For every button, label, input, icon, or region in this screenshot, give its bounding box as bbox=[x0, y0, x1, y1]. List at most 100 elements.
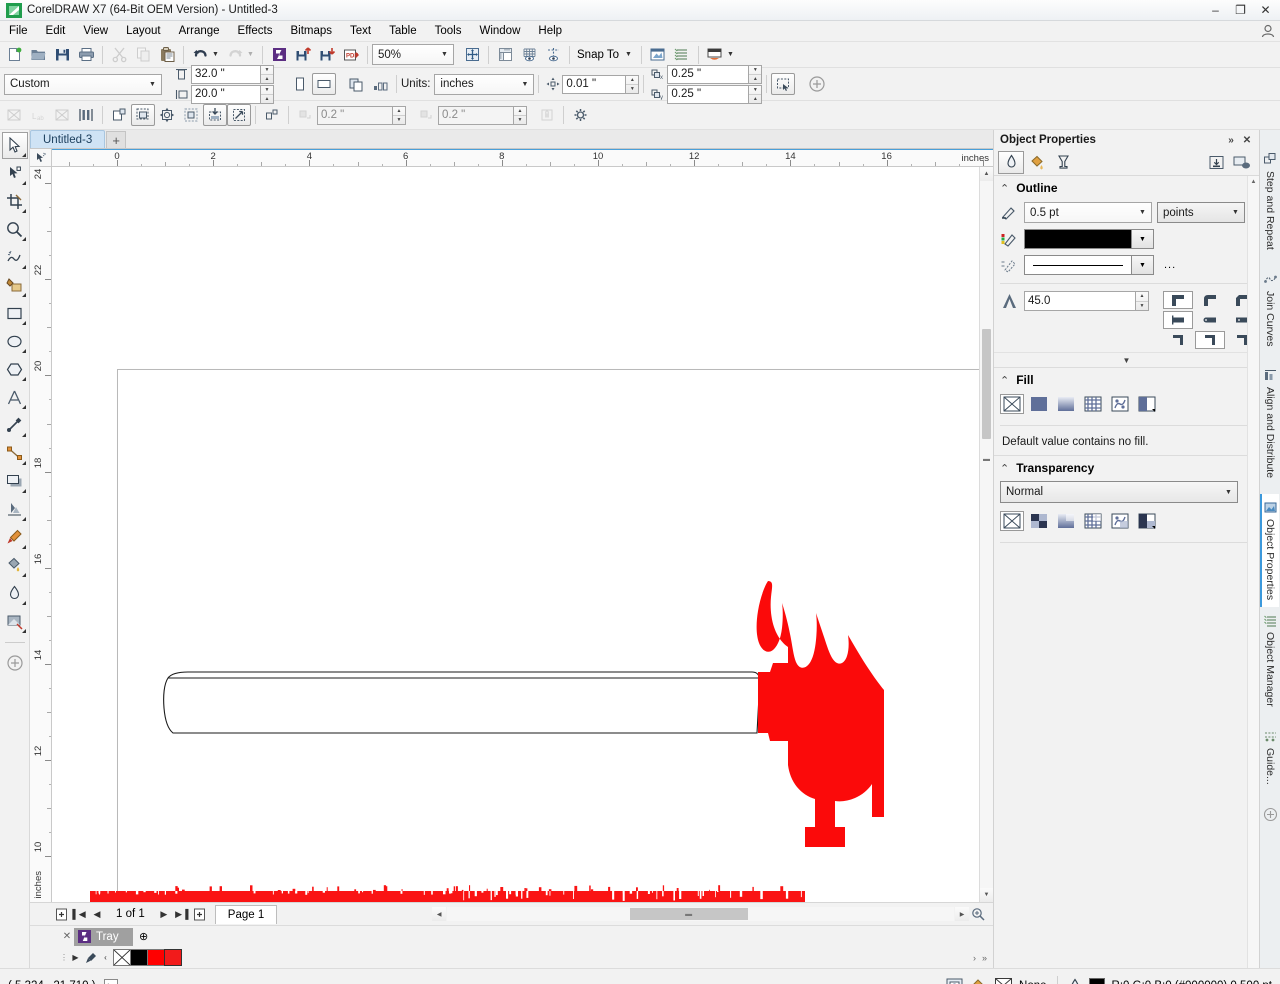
outline-section-header[interactable]: ⌃ Outline bbox=[994, 176, 1259, 199]
offset-x-spinner[interactable]: ▲ ▼ bbox=[393, 106, 406, 125]
align-to-page-button[interactable] bbox=[260, 104, 284, 126]
duplicate-y-input[interactable]: 0.25 " bbox=[667, 85, 749, 104]
interactive-fill-tool[interactable] bbox=[2, 608, 28, 635]
show-grid-button[interactable] bbox=[517, 44, 541, 66]
smart-fill-tool[interactable] bbox=[2, 272, 28, 299]
outline-units-select[interactable]: points ▼ bbox=[1157, 202, 1245, 223]
vtab-align-and-distribute[interactable]: Align and Distribute bbox=[1262, 362, 1279, 485]
outline-tool[interactable] bbox=[2, 580, 28, 607]
undo-dropdown[interactable]: ▼ bbox=[212, 44, 223, 66]
options-dropdown[interactable]: ▼ bbox=[727, 44, 738, 66]
palette-eyedropper-icon[interactable] bbox=[83, 952, 98, 964]
tray-tab[interactable]: Tray bbox=[74, 928, 133, 946]
parallel-dimension-tool[interactable] bbox=[2, 412, 28, 439]
outline-style-dropdown[interactable]: ▼ bbox=[1132, 255, 1154, 275]
page-height-input[interactable]: 20.0 " bbox=[191, 85, 261, 104]
docker-scroll-up[interactable]: ▲ bbox=[1248, 176, 1259, 188]
menu-layout[interactable]: Layout bbox=[117, 23, 170, 39]
page-tab-page-1[interactable]: Page 1 bbox=[215, 905, 277, 924]
polygon-tool[interactable] bbox=[2, 356, 28, 383]
miter-limit-field[interactable]: 45.0 ▲ ▼ bbox=[1024, 291, 1149, 311]
duplicate-x-spinner[interactable]: ▼ ▲ bbox=[749, 65, 762, 84]
edit-page-button[interactable] bbox=[771, 73, 795, 95]
menu-text[interactable]: Text bbox=[341, 23, 380, 39]
menu-user-icon[interactable] bbox=[1260, 23, 1276, 39]
vtab-guidelines[interactable]: Guide... bbox=[1262, 723, 1279, 792]
cut-button[interactable] bbox=[107, 44, 131, 66]
menu-arrange[interactable]: Arrange bbox=[170, 23, 229, 39]
page-preset-select[interactable]: Custom ▼ bbox=[4, 74, 162, 95]
add-page-after-button[interactable] bbox=[191, 905, 209, 923]
fill-none-swatch[interactable] bbox=[995, 978, 1012, 984]
document-tab-untitled-3[interactable]: Untitled-3 bbox=[30, 130, 105, 148]
break-apart-button[interactable] bbox=[50, 104, 74, 126]
zoom-level-select[interactable]: 50% ▼ bbox=[372, 44, 454, 65]
color-eyedropper-tool[interactable] bbox=[2, 524, 28, 551]
outline-expand-button[interactable]: ▼ bbox=[994, 352, 1259, 368]
fill-section-header[interactable]: ⌃ Fill bbox=[994, 368, 1259, 391]
apply-style-button[interactable] bbox=[1229, 151, 1255, 174]
vector-pattern-fill-button[interactable] bbox=[1081, 394, 1105, 414]
artwork-layer[interactable] bbox=[52, 347, 979, 902]
freehand-tool[interactable] bbox=[2, 244, 28, 271]
powerclip-button[interactable] bbox=[203, 104, 227, 126]
menu-table[interactable]: Table bbox=[380, 23, 426, 39]
fill-tool[interactable] bbox=[2, 552, 28, 579]
outline-color-picker[interactable]: ▼ bbox=[1024, 229, 1154, 249]
docker-collapse-button[interactable]: » bbox=[1223, 132, 1239, 148]
miter-limit-input[interactable]: 45.0 bbox=[1024, 291, 1136, 311]
horizontal-ruler[interactable]: inches 0 2 4 6 8 10 12 14 16 bbox=[52, 149, 993, 167]
quick-customize-propertybar[interactable] bbox=[805, 73, 829, 95]
redo-dropdown[interactable]: ▼ bbox=[247, 44, 258, 66]
palette-swatch-no-color[interactable] bbox=[113, 949, 131, 966]
menu-view[interactable]: View bbox=[74, 23, 117, 39]
units-select[interactable]: inches ▼ bbox=[434, 74, 534, 95]
round-corner-button[interactable] bbox=[1195, 291, 1225, 309]
scroll-right-button[interactable]: ▶ bbox=[955, 907, 969, 921]
texture-fill-button[interactable] bbox=[1135, 394, 1159, 414]
extract-contents-button[interactable] bbox=[227, 104, 251, 126]
align-distribute-button[interactable] bbox=[74, 104, 98, 126]
outline-color-dropdown[interactable]: ▼ bbox=[1132, 229, 1154, 249]
next-page-button[interactable]: ▶ bbox=[155, 905, 173, 923]
palette-scroll-left-icon[interactable]: ‹ bbox=[98, 953, 113, 962]
vtab-object-properties[interactable]: Object Properties bbox=[1260, 494, 1279, 607]
zoom-status-icon[interactable] bbox=[969, 905, 987, 923]
menu-effects[interactable]: Effects bbox=[229, 23, 282, 39]
palette-scroll-right-icon[interactable]: › bbox=[973, 953, 976, 963]
palette-scroll-down-icon[interactable]: ▶ bbox=[68, 953, 83, 962]
transparency-section-header[interactable]: ⌃ Transparency bbox=[994, 456, 1259, 479]
vertical-scroll-track[interactable]: ▬ bbox=[980, 181, 993, 888]
toolbar-options-button[interactable] bbox=[568, 104, 592, 126]
options-button[interactable] bbox=[703, 44, 727, 66]
palette-swatch-black[interactable] bbox=[130, 949, 148, 966]
object-manager-button[interactable] bbox=[670, 44, 694, 66]
undo-button[interactable] bbox=[188, 44, 212, 66]
texture-transparency-button[interactable] bbox=[1135, 511, 1159, 531]
menu-file[interactable]: File bbox=[0, 23, 37, 39]
outline-color-swatch[interactable] bbox=[1024, 229, 1132, 249]
copy-button[interactable] bbox=[131, 44, 155, 66]
statusbar-expand-button[interactable]: ▶ bbox=[104, 979, 118, 984]
import-styles-button[interactable] bbox=[1203, 151, 1229, 174]
palette-grip[interactable]: ⋮ bbox=[60, 953, 68, 962]
outline-behind-fill-button[interactable] bbox=[1163, 331, 1193, 349]
menu-edit[interactable]: Edit bbox=[37, 23, 75, 39]
zoom-to-fit-button[interactable] bbox=[460, 44, 484, 66]
butt-cap-button[interactable] bbox=[1163, 311, 1193, 329]
nudge-offset-spinner[interactable]: ▲ ▼ bbox=[626, 75, 639, 94]
save-document-button[interactable] bbox=[50, 44, 74, 66]
vtab-step-and-repeat[interactable]: Step and Repeat bbox=[1262, 146, 1279, 257]
pick-tool[interactable] bbox=[2, 132, 28, 159]
zoom-tool[interactable] bbox=[2, 216, 28, 243]
two-color-pattern-fill-button[interactable] bbox=[1108, 394, 1132, 414]
tray-close-button[interactable]: ✕ bbox=[60, 931, 74, 942]
group-objects-button[interactable] bbox=[131, 104, 155, 126]
vtab-add-docker[interactable] bbox=[1261, 801, 1280, 829]
crop-tool[interactable] bbox=[2, 188, 28, 215]
rectangle-tool[interactable] bbox=[2, 300, 28, 327]
shaping-button[interactable] bbox=[179, 104, 203, 126]
quick-customize-toolbox[interactable] bbox=[2, 649, 28, 676]
outline-tab[interactable] bbox=[998, 151, 1024, 174]
menu-help[interactable]: Help bbox=[529, 23, 571, 39]
